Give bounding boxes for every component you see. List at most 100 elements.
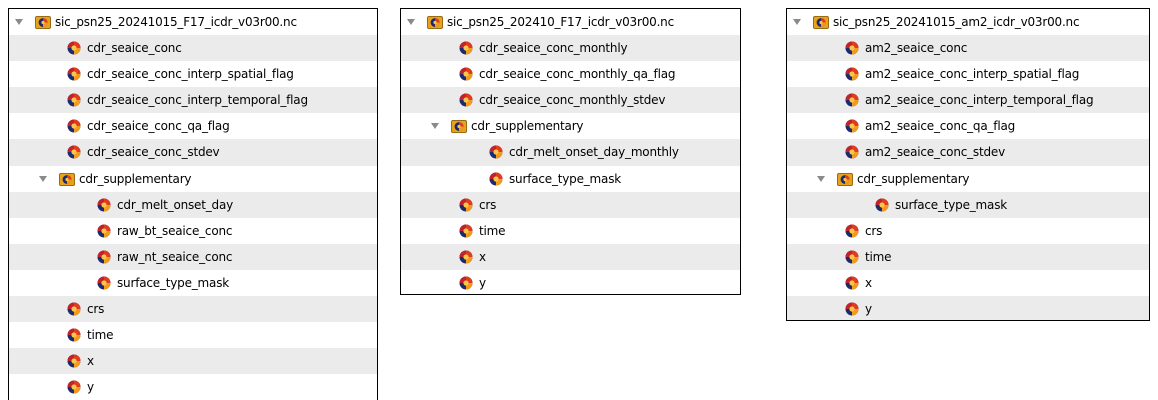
tree-variable[interactable]: cdr_seaice_conc_monthly (401, 35, 740, 62)
tree-variable[interactable]: y (787, 296, 1149, 320)
tree-variable[interactable]: surface_type_mask (9, 270, 377, 296)
tree-item-label: surface_type_mask (509, 171, 622, 186)
netcdf-file-icon (427, 15, 443, 29)
tree-variable[interactable]: time (787, 243, 1149, 270)
tree-item-label: cdr_supplementary (79, 171, 192, 186)
netcdf-variable-icon (845, 67, 859, 81)
tree-variable[interactable]: am2_seaice_conc_qa_flag (787, 113, 1149, 139)
tree-item-label: cdr_melt_onset_day (117, 197, 234, 212)
tree-item-label: y (479, 275, 486, 290)
tree-variable[interactable]: cdr_seaice_conc_stdev (9, 139, 377, 166)
netcdf-file-icon (813, 15, 829, 29)
tree-item-label: sic_psn25_20241015_F17_icdr_v03r00.nc (55, 15, 297, 29)
tree-variable[interactable]: time (9, 322, 377, 348)
tree-variable[interactable]: y (9, 374, 377, 400)
file-tree-panel-2: sic_psn25_202410_F17_icdr_v03r00.nc cdr_s… (400, 8, 741, 295)
tree-variable[interactable]: surface_type_mask (401, 166, 740, 192)
file-tree-panel-3: sic_psn25_20241015_am2_icdr_v03r00.nc am2… (786, 8, 1150, 321)
expand-triangle-icon[interactable] (407, 19, 415, 25)
tree-variable[interactable]: cdr_seaice_conc_interp_temporal_flag (9, 87, 377, 114)
tree-group[interactable]: cdr_supplementary (9, 166, 377, 192)
netcdf-group-icon (451, 119, 467, 134)
tree-variable[interactable]: x (401, 243, 740, 270)
expand-triangle-icon[interactable] (39, 175, 47, 182)
tree-item-label: x (865, 275, 872, 290)
tree-item-label: cdr_seaice_conc_interp_spatial_flag (87, 67, 294, 82)
netcdf-variable-icon (875, 198, 889, 212)
netcdf-variable-icon (97, 250, 111, 264)
tree-variable[interactable]: am2_seaice_conc_stdev (787, 139, 1149, 166)
tree-item-label: cdr_seaice_conc_qa_flag (87, 119, 230, 134)
tree-item-label: am2_seaice_conc_stdev (865, 145, 1005, 160)
netcdf-variable-icon (97, 276, 111, 290)
tree-item-label: cdr_melt_onset_day_monthly (509, 145, 679, 160)
tree-variable[interactable]: am2_seaice_conc (787, 35, 1149, 62)
tree-variable[interactable]: crs (9, 296, 377, 323)
tree-variable[interactable]: time (401, 218, 740, 244)
netcdf-variable-icon (845, 93, 859, 107)
tree-variable[interactable]: x (787, 270, 1149, 296)
netcdf-variable-icon (67, 354, 81, 368)
tree-item-label: crs (87, 302, 105, 317)
tree-item-label: time (865, 249, 892, 264)
netcdf-variable-icon (97, 198, 111, 212)
tree-variable[interactable]: crs (787, 218, 1149, 244)
netcdf-variable-icon (459, 93, 473, 107)
tree-item-label: time (479, 223, 506, 238)
tree-item-label: y (87, 380, 94, 395)
file-tree: sic_psn25_20241015_F17_icdr_v03r00.nccdr… (9, 9, 377, 400)
expand-triangle-icon[interactable] (793, 19, 801, 25)
netcdf-variable-icon (67, 119, 81, 133)
tree-variable[interactable]: am2_seaice_conc_interp_temporal_flag (787, 87, 1149, 114)
netcdf-group-icon (59, 172, 75, 186)
netcdf-group-icon (837, 172, 853, 186)
tree-variable[interactable]: raw_nt_seaice_conc (9, 243, 377, 270)
expand-triangle-icon[interactable] (15, 19, 23, 25)
expand-triangle-icon[interactable] (431, 123, 439, 130)
tree-item-label: am2_seaice_conc_qa_flag (865, 119, 1016, 134)
tree-variable[interactable]: cdr_seaice_conc_monthly_stdev (401, 87, 740, 114)
tree-variable[interactable]: raw_bt_seaice_conc (9, 218, 377, 244)
tree-root-file[interactable]: sic_psn25_20241015_am2_icdr_v03r00.nc (787, 9, 1149, 35)
tree-item-label: cdr_supplementary (471, 119, 584, 134)
tree-variable[interactable]: surface_type_mask (787, 191, 1149, 218)
netcdf-variable-icon (459, 198, 473, 212)
tree-item-label: sic_psn25_202410_F17_icdr_v03r00.nc (447, 15, 674, 29)
tree-item-label: cdr_seaice_conc_stdev (87, 145, 220, 160)
tree-item-label: am2_seaice_conc_interp_temporal_flag (865, 93, 1094, 108)
netcdf-variable-icon (67, 302, 81, 316)
tree-item-label: raw_bt_seaice_conc (117, 223, 233, 238)
tree-item-label: crs (479, 197, 497, 212)
netcdf-variable-icon (845, 145, 859, 159)
tree-variable[interactable]: cdr_seaice_conc (9, 35, 377, 62)
tree-variable[interactable]: cdr_seaice_conc_qa_flag (9, 113, 377, 139)
tree-item-label: cdr_seaice_conc_interp_temporal_flag (87, 93, 308, 108)
tree-item-label: cdr_seaice_conc (87, 41, 182, 56)
tree-variable[interactable]: cdr_melt_onset_day_monthly (401, 139, 740, 166)
netcdf-file-icon (35, 15, 51, 29)
tree-root-file[interactable]: sic_psn25_202410_F17_icdr_v03r00.nc (401, 9, 740, 35)
netcdf-variable-icon (459, 41, 473, 55)
file-tree: sic_psn25_202410_F17_icdr_v03r00.nc cdr_s… (401, 9, 740, 294)
tree-variable[interactable]: cdr_seaice_conc_interp_spatial_flag (9, 61, 377, 87)
netcdf-variable-icon (67, 67, 81, 81)
tree-item-label: time (87, 328, 114, 343)
tree-group[interactable]: cdr_supplementary (401, 113, 740, 139)
expand-triangle-icon[interactable] (817, 175, 825, 182)
tree-item-label: cdr_seaice_conc_monthly (479, 41, 628, 56)
netcdf-variable-icon (67, 328, 81, 342)
tree-variable[interactable]: crs (401, 191, 740, 218)
tree-variable[interactable]: x (9, 348, 377, 375)
tree-variable[interactable]: am2_seaice_conc_interp_spatial_flag (787, 61, 1149, 87)
netcdf-variable-icon (845, 276, 859, 290)
tree-variable[interactable]: cdr_melt_onset_day (9, 191, 377, 218)
tree-root-file[interactable]: sic_psn25_20241015_F17_icdr_v03r00.nc (9, 9, 377, 35)
tree-item-label: cdr_seaice_conc_monthly_qa_flag (479, 67, 676, 82)
tree-item-label: sic_psn25_20241015_am2_icdr_v03r00.nc (833, 15, 1080, 29)
tree-item-label: x (479, 249, 486, 264)
netcdf-variable-icon (97, 224, 111, 238)
tree-group[interactable]: cdr_supplementary (787, 166, 1149, 192)
tree-variable[interactable]: y (401, 270, 740, 294)
netcdf-variable-icon (845, 224, 859, 238)
tree-variable[interactable]: cdr_seaice_conc_monthly_qa_flag (401, 61, 740, 87)
